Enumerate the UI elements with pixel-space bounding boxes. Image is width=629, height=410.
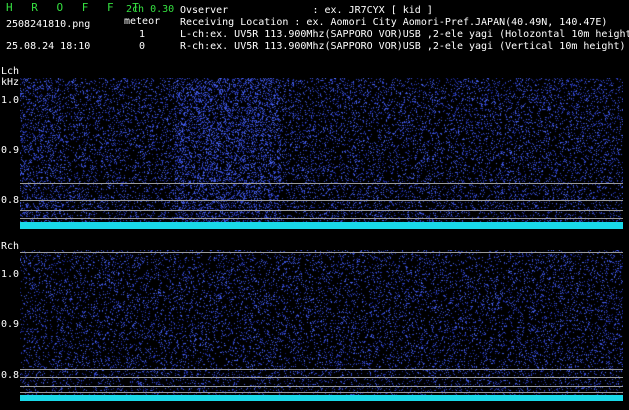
rch-tick-0-9: 0.9 (1, 319, 20, 330)
rch-reference-line (20, 252, 623, 253)
lch-meteor-count: 1 (139, 29, 146, 40)
lch-tick-0-8: 0.8 (1, 195, 20, 206)
lch-tick-0-9: 0.9 (1, 145, 20, 156)
lch-reference-line (20, 183, 623, 184)
rch-reference-line (20, 369, 623, 370)
meteor-label: meteor (124, 16, 161, 27)
lch-config-line: L-ch:ex. UV5R 113.900Mhz(SAPPORO VOR)USB… (180, 29, 629, 40)
version-label: 2ch 0.30 (126, 4, 175, 15)
lch-reference-line (20, 210, 623, 211)
datetime-label: 25.08.24 18:10 (6, 41, 91, 52)
rch-reference-line (20, 386, 623, 387)
rch-tick-1-0: 1.0 (1, 269, 20, 280)
lch-tick-1-0: 1.0 (1, 95, 20, 106)
rch-baseline-bar (20, 395, 623, 401)
rch-channel-label: Rch (1, 241, 20, 252)
lch-reference-line (20, 200, 623, 201)
rch-meteor-count: 0 (139, 41, 146, 52)
location-line: Receiving Location : ex. Aomori City Aom… (180, 17, 608, 28)
app-title: H R O F F T (6, 1, 145, 14)
rch-reference-line (20, 392, 623, 393)
rch-reference-line (20, 377, 623, 378)
rch-tick-0-8: 0.8 (1, 370, 20, 381)
filename-label: 2508241810.png (6, 19, 91, 30)
lch-unit-label: kHz (1, 77, 20, 88)
observer-line: Ovserver : ex. JR7CYX [ kid ] (180, 5, 433, 16)
lch-spectrogram (20, 78, 623, 226)
lch-reference-line (20, 218, 623, 219)
rch-config-line: R-ch:ex. UV5R 113.900Mhz(SAPPORO VOR)USB… (180, 41, 626, 52)
lch-channel-label: Lch (1, 66, 20, 77)
lch-baseline-bar (20, 222, 623, 229)
